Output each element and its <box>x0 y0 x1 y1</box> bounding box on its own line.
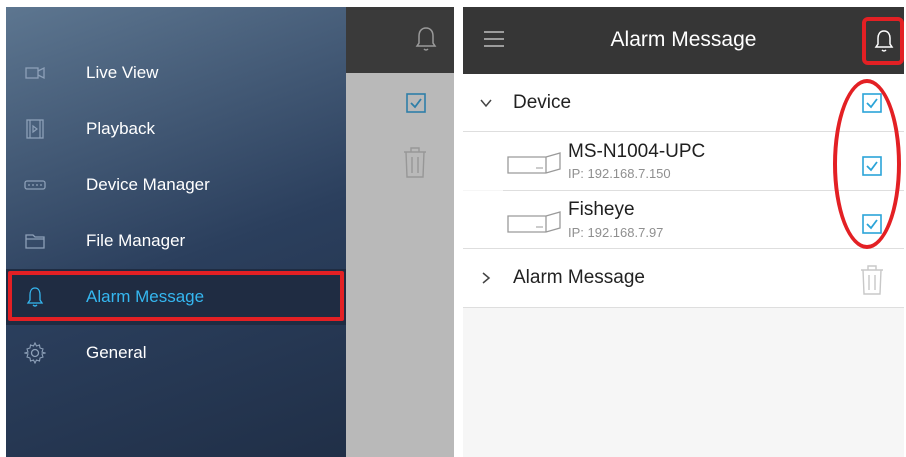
menu-item-label: Playback <box>86 119 155 138</box>
chevron-right-icon <box>482 272 491 284</box>
bell-icon <box>415 27 437 51</box>
menu-item-live-view[interactable]: Live View <box>6 45 346 101</box>
alarm-section-header[interactable]: Alarm Message <box>463 249 904 307</box>
menu-item-playback[interactable]: Playback <box>6 101 346 157</box>
device-name: MS-N1004-UPC <box>568 141 706 162</box>
menu-item-label: Live View <box>86 63 159 82</box>
film-playback-icon <box>26 119 44 139</box>
bell-icon[interactable] <box>873 28 895 54</box>
chevron-down-icon <box>480 99 492 108</box>
folder-icon <box>25 234 45 249</box>
checkbox-icon <box>406 93 426 113</box>
right-screenshot: Alarm Message Device MS-N1004-UPC IP: 19… <box>463 7 904 457</box>
menu-item-file-manager[interactable]: File Manager <box>6 213 346 269</box>
section-label: Device <box>513 92 572 113</box>
menu-item-device-manager[interactable]: Device Manager <box>6 157 346 213</box>
device-name: Fisheye <box>568 199 635 220</box>
menu-item-label: Device Manager <box>86 175 210 194</box>
nvr-device-icon <box>507 152 561 174</box>
nvr-device-icon <box>24 180 46 190</box>
trash-icon[interactable] <box>859 264 885 296</box>
left-screenshot: Live View Playback Device Manager File M… <box>6 7 454 457</box>
device-ip: IP: 192.168.7.97 <box>568 225 664 240</box>
navigation-drawer: Live View Playback Device Manager File M… <box>6 7 346 457</box>
gear-icon <box>24 342 46 364</box>
menu-item-label: General <box>86 343 147 362</box>
app-header: Alarm Message <box>463 7 904 74</box>
trash-icon <box>404 147 426 178</box>
section-label: Alarm Message <box>513 267 645 288</box>
device-ip: IP: 192.168.7.150 <box>568 166 671 181</box>
nvr-device-icon <box>507 211 561 233</box>
divider <box>463 307 904 308</box>
video-camera-icon <box>25 66 45 80</box>
menu-item-general[interactable]: General <box>6 325 346 381</box>
page-title: Alarm Message <box>610 28 757 51</box>
menu-item-label: File Manager <box>86 231 186 250</box>
highlight-oval <box>833 79 901 249</box>
highlight-box <box>8 271 344 321</box>
